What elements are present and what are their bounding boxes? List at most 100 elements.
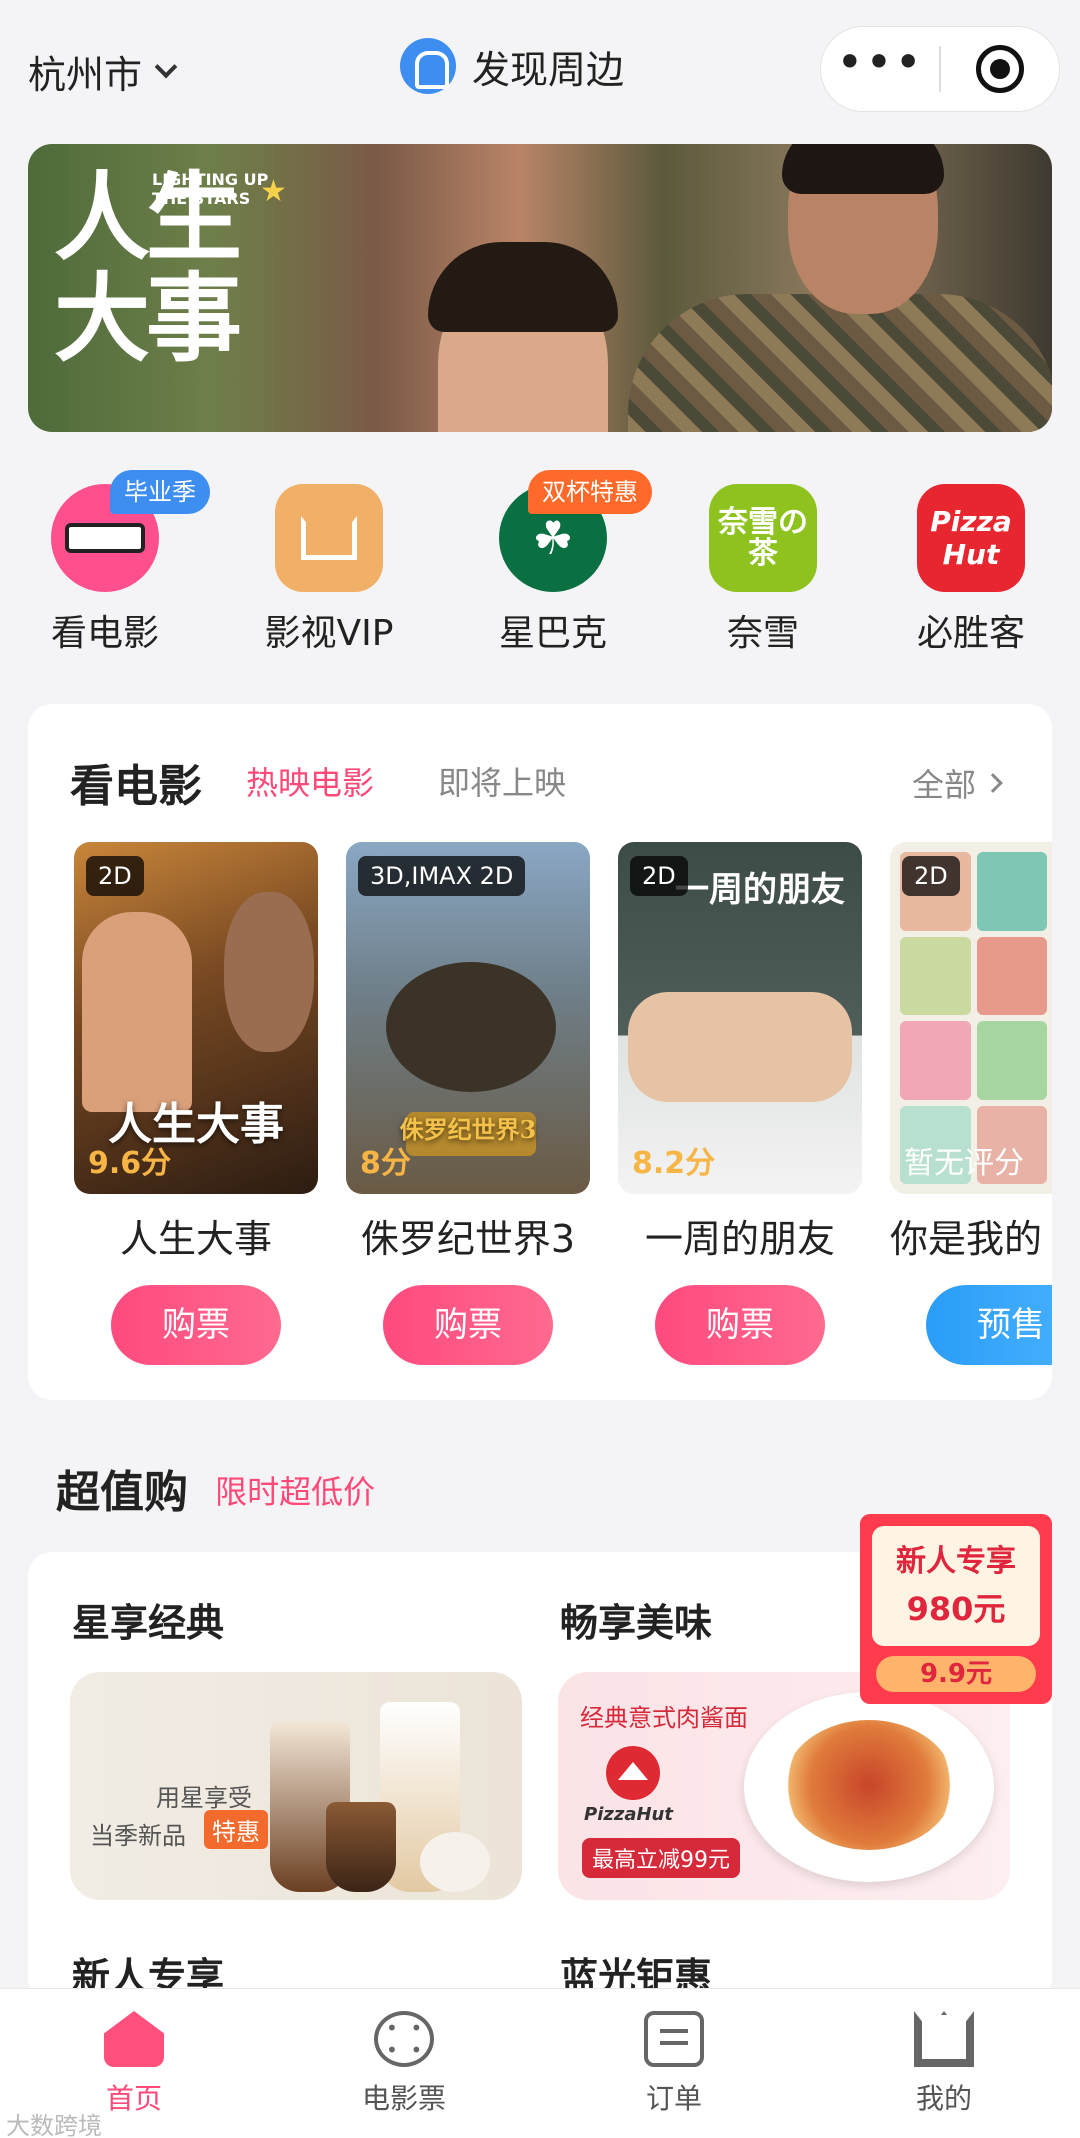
movie-score: 8.2分	[632, 1146, 716, 1181]
quick-entry-vip[interactable]: 影视VIP	[254, 484, 404, 656]
pizzahut-deal-image[interactable]: 经典意式肉酱面 PizzaHut 最高立减99元	[558, 1672, 1010, 1900]
pizza-hut-logo-text: Pizza Hut	[930, 505, 1012, 571]
graduation-badge: 毕业季	[110, 470, 210, 514]
tab-now-showing[interactable]: 热映电影	[246, 758, 374, 804]
tab-label: 电影票	[361, 2082, 446, 2115]
section-subtitle: 限时超低价	[215, 1473, 376, 1511]
city-label: 杭州市	[28, 53, 143, 97]
banner-figure	[428, 242, 618, 432]
quick-entry-pizzahut[interactable]: Pizza Hut 必胜客	[896, 484, 1046, 656]
pasta-illustration	[784, 1720, 954, 1850]
section-title: 超值购	[56, 1467, 188, 1518]
close-button[interactable]	[941, 45, 1059, 93]
movie-title: 一周的朋友	[644, 1217, 835, 1261]
buy-ticket-button[interactable]: 购票	[111, 1285, 281, 1365]
bottom-tab-bar: 首页 电影票 订单 我的	[0, 1988, 1080, 2138]
tab-orders[interactable]: 订单	[584, 2011, 764, 2117]
discover-nearby[interactable]: 发现周边	[400, 38, 624, 94]
tab-mine[interactable]: 我的	[854, 2011, 1034, 2117]
tab-coming-soon[interactable]: 即将上映	[438, 758, 566, 804]
movie-poster[interactable]: 2D 暂无评分	[890, 842, 1052, 1194]
tab-home[interactable]: 首页	[44, 2011, 224, 2117]
deal-offer: 最高立减99元	[582, 1838, 740, 1878]
movie-title: 侏罗纪世界3	[360, 1217, 576, 1261]
movie-item[interactable]: 2D 人生大事 9.6分 人生大事 购票	[74, 842, 318, 1365]
movie-item[interactable]: 2D 暂无评分 你是我的 预售	[890, 842, 1052, 1365]
view-all-link[interactable]: 全部	[911, 760, 1003, 806]
newcomer-price: 9.9元	[876, 1656, 1036, 1692]
newcomer-badge-panel: 新人专享 980元	[872, 1526, 1040, 1646]
tab-label: 我的	[915, 2082, 972, 2115]
deal-title: 星享经典	[72, 1601, 225, 1645]
crown-icon	[275, 484, 383, 592]
quick-entry-label: 奈雪	[726, 613, 799, 654]
format-badge: 3D,IMAX 2D	[358, 856, 526, 896]
movie-list[interactable]: 2D 人生大事 9.6分 人生大事 购票 3D,IMAX 2D 侏罗纪世界3 8…	[74, 842, 1052, 1382]
format-badge: 2D	[902, 856, 960, 896]
movie-item[interactable]: 3D,IMAX 2D 侏罗纪世界3 8分 侏罗纪世界3 购票	[346, 842, 590, 1365]
film-reel-icon	[374, 2011, 434, 2067]
quick-entry-movie[interactable]: 看电影 毕业季	[30, 470, 210, 656]
deal-line: 当季新品	[90, 1822, 186, 1850]
ticket-icon	[644, 2011, 704, 2067]
quick-entry-nayuki[interactable]: 奈雪の茶 奈雪	[688, 484, 838, 656]
banner-figure	[782, 144, 944, 314]
movies-card: 看电影 热映电影 即将上映 全部 2D 人生大事 9.6分 人生大事 购票 3D…	[28, 704, 1052, 1400]
nayuki-logo-icon: 奈雪の茶	[709, 484, 817, 592]
movie-score: 暂无评分	[904, 1146, 1024, 1181]
tab-movie-tickets[interactable]: 电影票	[314, 2011, 494, 2117]
chevron-down-icon	[154, 55, 178, 78]
mini-program-capsule: •••	[820, 26, 1060, 112]
view-all-label: 全部	[911, 766, 976, 804]
presale-button[interactable]: 预售	[926, 1285, 1052, 1365]
location-building-icon	[400, 38, 456, 94]
banner-figure	[628, 294, 1052, 432]
promo-banner[interactable]: 人生大事 LIGHTING UP THE STARS ★	[28, 144, 1052, 432]
target-icon	[976, 45, 1024, 93]
buy-ticket-button[interactable]: 购票	[655, 1285, 825, 1365]
movie-title: 你是我的	[890, 1217, 1043, 1261]
newcomer-amount: 980元	[906, 1590, 1006, 1628]
movie-poster[interactable]: 2D 人生大事 9.6分	[74, 842, 318, 1194]
tab-label: 订单	[645, 2082, 702, 2115]
quick-entry-label: 必胜客	[916, 613, 1025, 654]
quick-entry-label: 看电影	[50, 613, 159, 654]
banner-subtitle: LIGHTING UP THE STARS	[152, 170, 269, 209]
crown-icon	[914, 2011, 974, 2067]
deal-line: 用星享受	[156, 1784, 252, 1812]
movie-title: 人生大事	[119, 1217, 272, 1261]
movies-header: 看电影 热映电影 即将上映 全部	[70, 750, 1030, 812]
top-bar: 杭州市 发现周边 •••	[0, 0, 1080, 140]
double-cup-badge: 双杯特惠	[528, 470, 652, 514]
deal-tag: 特惠	[204, 1810, 268, 1849]
quick-entry-starbucks[interactable]: ☘ 星巴克 双杯特惠	[478, 470, 652, 656]
deal-title: 畅享美味	[560, 1601, 713, 1645]
newcomer-float-badge[interactable]: 新人专享 980元 9.9元	[860, 1514, 1052, 1704]
city-selector[interactable]: 杭州市	[28, 44, 178, 99]
pizza-hut-logo-icon: Pizza Hut	[917, 484, 1025, 592]
quick-entry-label: 星巴克	[498, 613, 607, 654]
brand-label: PizzaHut	[584, 1804, 673, 1825]
section-title: 看电影	[70, 761, 202, 812]
value-section-header: 超值购 限时超低价	[56, 1456, 376, 1518]
drinks-illustration	[270, 1702, 500, 1892]
nayuki-logo-text: 奈雪の茶	[718, 504, 808, 571]
poster-title: 一周的朋友	[675, 870, 845, 910]
movie-score: 9.6分	[88, 1146, 172, 1181]
more-icon[interactable]: •••	[821, 39, 939, 85]
discover-title: 发现周边	[472, 47, 625, 92]
deal-headline: 经典意式肉酱面	[580, 1704, 748, 1732]
format-badge: 2D	[630, 856, 688, 896]
movie-poster[interactable]: 3D,IMAX 2D 侏罗纪世界3 8分	[346, 842, 590, 1194]
home-icon	[104, 2011, 164, 2067]
newcomer-title: 新人专享	[896, 1544, 1016, 1579]
movie-item[interactable]: 2D 一周的朋友 8.2分 一周的朋友 购票	[618, 842, 862, 1365]
quick-entry-label: 影视VIP	[264, 613, 394, 654]
buy-ticket-button[interactable]: 购票	[383, 1285, 553, 1365]
movie-score: 8分	[360, 1146, 411, 1181]
quick-entry-grid: 看电影 毕业季 影视VIP ☘ 星巴克 双杯特惠 奈雪の茶 奈雪 Pizza H…	[0, 470, 1080, 664]
format-badge: 2D	[86, 856, 144, 896]
movie-poster[interactable]: 2D 一周的朋友 8.2分	[618, 842, 862, 1194]
starbucks-deal-image[interactable]: 用星享受 当季新品 特惠	[70, 1672, 522, 1900]
chevron-right-icon	[983, 773, 1003, 793]
